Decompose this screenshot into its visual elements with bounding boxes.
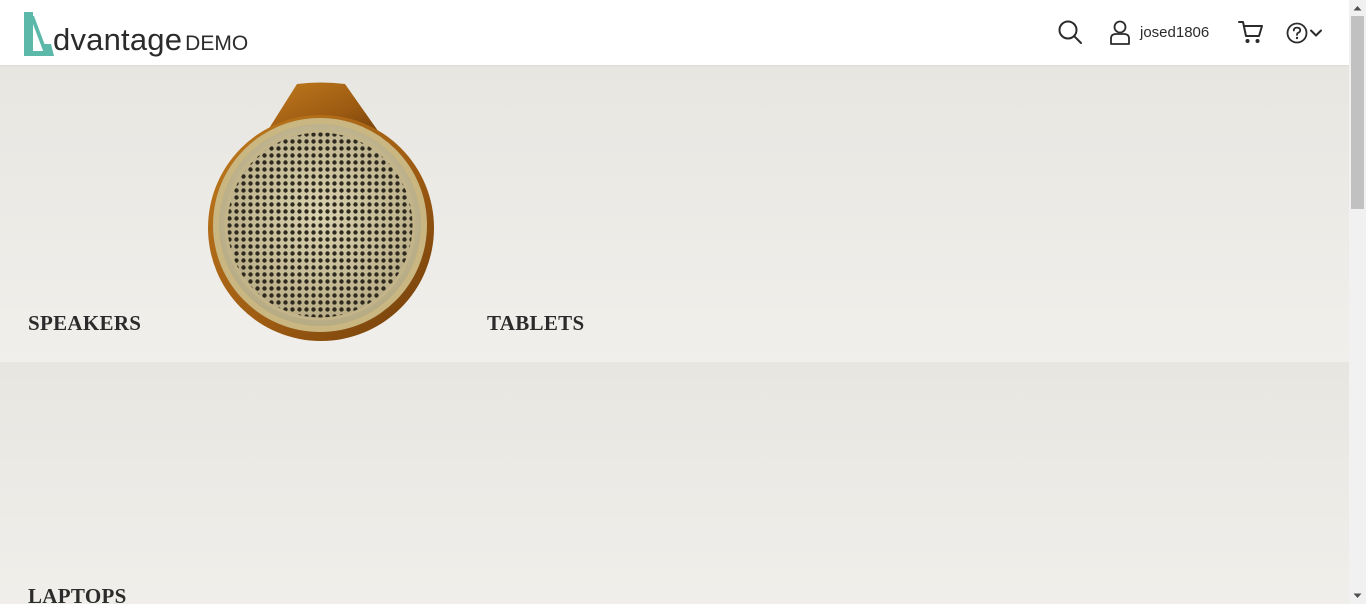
speaker-product-image[interactable] bbox=[205, 82, 437, 346]
logo-wordmark: dvantage bbox=[53, 22, 183, 57]
top-navigation-bar: dvantage DEMO josed1806 bbox=[0, 0, 1349, 65]
search-icon bbox=[1058, 20, 1082, 44]
scrollbar-thumb[interactable] bbox=[1351, 16, 1364, 209]
category-row-1: SPEAKERS TABLETS bbox=[0, 65, 1349, 362]
help-menu-button[interactable] bbox=[1286, 22, 1323, 44]
search-button[interactable] bbox=[1057, 19, 1083, 45]
chevron-down-icon bbox=[1310, 29, 1322, 37]
user-icon bbox=[1110, 20, 1130, 45]
logo-mark-icon bbox=[24, 12, 54, 56]
username-label: josed1806 bbox=[1140, 24, 1210, 41]
logo-demo-label: DEMO bbox=[185, 32, 249, 55]
help-icon bbox=[1286, 22, 1308, 44]
scroll-down-arrow-icon[interactable] bbox=[1349, 588, 1366, 604]
vertical-scrollbar[interactable] bbox=[1349, 0, 1366, 604]
cart-icon bbox=[1238, 21, 1263, 43]
user-menu-button[interactable]: josed1806 bbox=[1109, 20, 1209, 45]
category-row-2: LAPTOPS bbox=[0, 362, 1349, 604]
laptops-category-label[interactable]: LAPTOPS bbox=[28, 584, 127, 604]
page: dvantage DEMO josed1806 SPEAKERS TABLETS… bbox=[0, 0, 1349, 604]
tablets-category-label[interactable]: TABLETS bbox=[487, 311, 584, 336]
cart-button[interactable] bbox=[1238, 20, 1264, 45]
speakers-category-label[interactable]: SPEAKERS bbox=[28, 311, 141, 336]
advantage-logo[interactable]: dvantage DEMO bbox=[22, 9, 248, 57]
scroll-up-arrow-icon[interactable] bbox=[1349, 0, 1366, 16]
